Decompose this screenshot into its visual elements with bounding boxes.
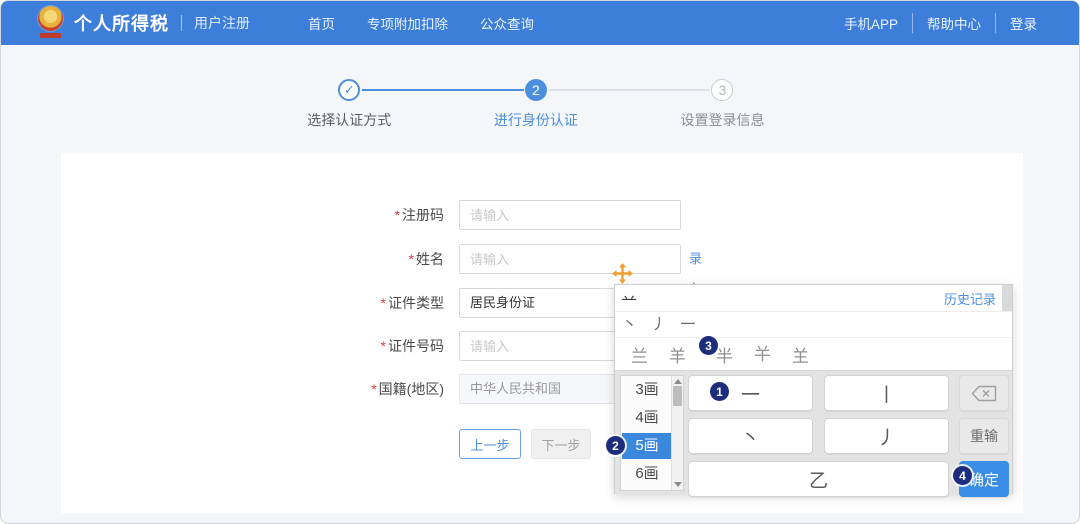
mobile-app-link[interactable]: 手机APP (830, 13, 912, 33)
header-right: 手机APP 帮助中心 登录 (830, 13, 1051, 33)
step-label: 进行身份认证 (494, 110, 578, 130)
previous-step-button[interactable]: 上一步 (459, 429, 521, 459)
stroke-key-dian[interactable]: 丶 (688, 418, 813, 454)
annotation-badge-3: 3 (699, 336, 718, 355)
field-label: *证件类型 (291, 288, 444, 318)
step-number: 2 (525, 79, 547, 101)
annotation-badge-4: 4 (953, 466, 972, 485)
step-label: 选择认证方式 (307, 110, 391, 130)
name-input[interactable] (459, 244, 681, 274)
check-icon: ✓ (338, 79, 360, 101)
candidate-row: 兰 羊 半 𢆉 𦍌 (615, 338, 1012, 370)
required-mark: * (371, 381, 376, 397)
step-indicator: ✓ 选择认证方式 2 进行身份认证 3 设置登录信息 (256, 79, 816, 129)
divider (181, 15, 182, 31)
registration-code-input[interactable] (459, 200, 681, 230)
brand: 个人所得税 用户注册 (37, 6, 250, 40)
required-mark: * (381, 295, 386, 311)
candidate-ban[interactable]: 半 (716, 342, 733, 367)
stroke-key-zhe[interactable]: 乙 (688, 461, 949, 497)
candidate[interactable]: 羊 (669, 342, 686, 367)
help-center-link[interactable]: 帮助中心 (912, 13, 995, 33)
scroll-down-icon[interactable] (674, 482, 682, 487)
candidate[interactable]: 兰 (631, 342, 648, 367)
top-navbar: 个人所得税 用户注册 首页 专项附加扣除 公众查询 手机APP 帮助中心 登录 (1, 1, 1079, 45)
backspace-key[interactable] (959, 375, 1009, 411)
stroke-count-list: 3画 4画 5画 6画 (620, 375, 684, 491)
scroll-up-icon[interactable] (674, 379, 682, 384)
history-link[interactable]: 历史记录 (944, 289, 996, 308)
national-emblem-icon (37, 6, 64, 40)
stroke-count-5-selected[interactable]: 5画 (622, 433, 672, 459)
step-label: 设置登录信息 (680, 110, 764, 130)
field-label: *姓名 (291, 244, 444, 274)
step-number: 3 (711, 79, 733, 101)
composition-bar: 䒑 历史记录 (615, 285, 1012, 312)
step-connector-todo (549, 89, 710, 91)
stroke-list-scrollbar[interactable] (671, 376, 683, 490)
app-title: 个人所得税 (74, 10, 169, 36)
main-nav: 首页 专项附加扣除 公众查询 (276, 13, 534, 33)
login-link[interactable]: 登录 (995, 13, 1051, 33)
stroke-key-pie[interactable]: 丿 (824, 418, 949, 454)
move-handle-icon[interactable] (612, 263, 633, 284)
annotation-badge-2: 2 (606, 436, 625, 455)
nav-item-public-query[interactable]: 公众查询 (480, 13, 534, 33)
retype-key[interactable]: 重输 (959, 418, 1009, 454)
nav-item-home[interactable]: 首页 (308, 13, 335, 33)
composed-character: 䒑 (621, 286, 637, 310)
stroke-key-shu[interactable]: 丨 (824, 375, 949, 411)
field-label: *国籍(地区) (291, 374, 444, 404)
required-mark: * (395, 207, 400, 223)
required-mark: * (381, 338, 386, 354)
step-1-choose-auth-method: ✓ 选择认证方式 (256, 79, 443, 130)
backspace-icon (971, 385, 997, 402)
registration-page: 个人所得税 用户注册 首页 专项附加扣除 公众查询 手机APP 帮助中心 登录 … (0, 0, 1080, 524)
required-mark: * (409, 251, 414, 267)
stroke-key-heng[interactable]: 一 (688, 375, 813, 411)
stroke-ime-panel: 䒑 历史记录 丶 丿 一 兰 羊 半 𢆉 𦍌 3画 4画 5画 6画 (614, 284, 1013, 494)
page-subtitle: 用户注册 (194, 13, 250, 33)
scrollbar-thumb[interactable] (673, 386, 682, 406)
nav-item-special-deduction[interactable]: 专项附加扣除 (367, 13, 448, 33)
annotation-badge-1: 1 (710, 382, 729, 401)
stroke-count-4[interactable]: 4画 (622, 405, 672, 431)
field-label: *证件号码 (291, 331, 444, 361)
typed-strokes: 丶 丿 一 (615, 312, 1012, 338)
stroke-count-6[interactable]: 6画 (622, 461, 672, 487)
stroke-count-3[interactable]: 3画 (622, 377, 672, 403)
step-2-identity-verification: 2 进行身份认证 (443, 79, 630, 130)
step-3-set-login-info: 3 设置登录信息 (629, 79, 816, 130)
field-label: *注册码 (291, 200, 444, 230)
panel-scrollbar[interactable] (1002, 285, 1012, 311)
candidate[interactable]: 𦍌 (792, 342, 809, 367)
candidate[interactable]: 𢆉 (754, 344, 771, 365)
step-connector-done (362, 89, 524, 91)
next-step-button[interactable]: 下一步 (531, 429, 591, 459)
